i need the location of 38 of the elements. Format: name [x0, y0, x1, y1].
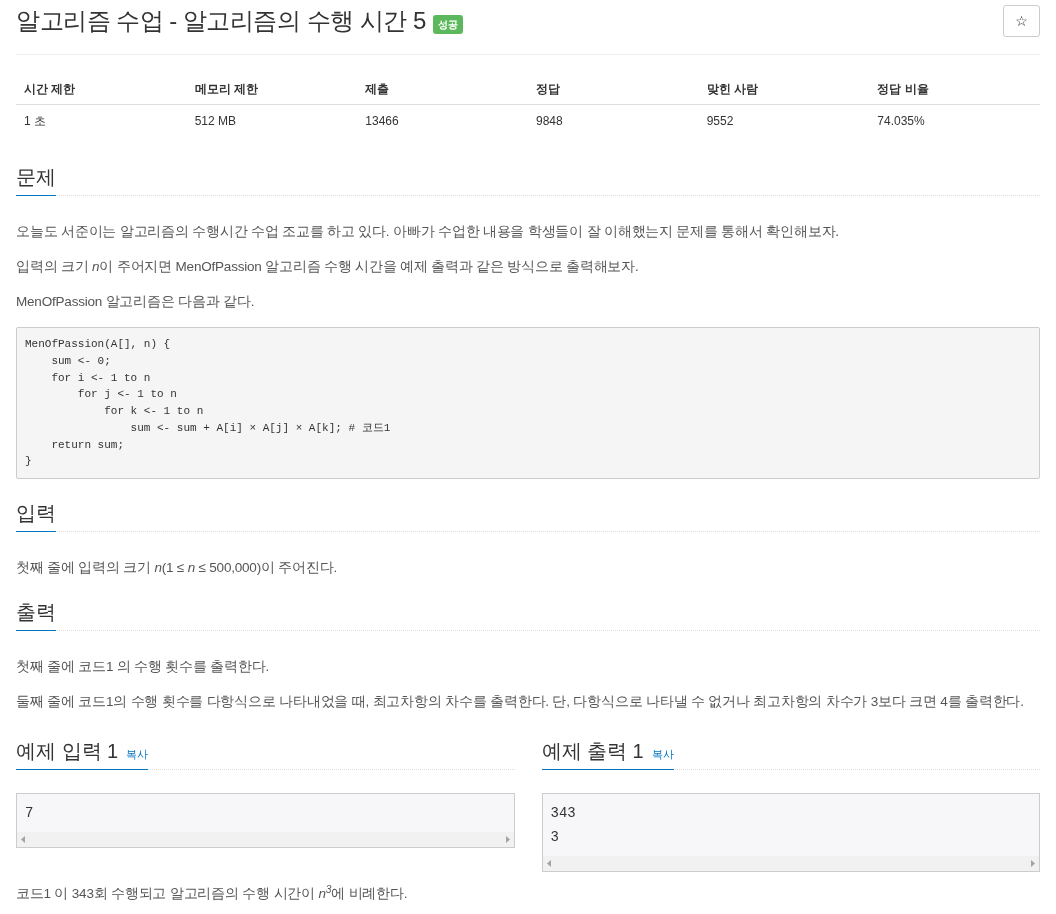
section-heading: 입력 — [16, 499, 56, 532]
table-cell: 512 MB — [194, 114, 236, 128]
sample-explanation: 코드1 이 343회 수행되고 알고리즘의 수행 시간이 n$^{3}$에 비례한다. — [16, 884, 409, 903]
sample-heading: 예제 출력 1 — [541, 739, 644, 764]
paragraph: 첫째 줄에 코드1 의 수행 횟수를 출력한다. — [16, 658, 270, 676]
section-heading: 출력 — [16, 598, 56, 631]
paragraph: 첫째 줄에 입력의 크기 n(1 ≤ n ≤ 500,000)이 주어진다. — [16, 559, 339, 577]
column-header: 메모리 제한 — [194, 82, 258, 96]
paragraph: 둘째 줄에 코드1의 수행 횟수를 다항식으로 나타내었을 때, 최고차항의 차수를 출력한다. 단, 다항식으로 나타낼 수 없거나 최고차항의 차수가 3보다 크면 4를 출력한다. — [16, 693, 1025, 711]
table-cell: 74.035% — [877, 114, 925, 128]
scroll-left-icon[interactable] — [546, 860, 551, 867]
paragraph: MenOfPassion 알고리즘은 다음과 같다. — [16, 293, 256, 311]
problem-title: 알고리즘 수업 - 알고리즘의 수행 시간 5 — [16, 6, 426, 36]
table-cell: 13466 — [365, 114, 399, 128]
sample-text: 7 — [25, 804, 34, 823]
paragraph: 입력의 크기 n이 주어지면 MenOfPassion 알고리즘 수행 시간을 예제 출력과 같은 방식으로 출력해보자. — [16, 258, 640, 276]
column-header: 맞힌 사람 — [706, 82, 758, 96]
scroll-right-icon[interactable] — [1031, 860, 1035, 867]
status-badge: 성공 — [432, 14, 463, 34]
code-block: MenOfPassion(A[], n) { sum <- 0; for i <- 1 to n for j <- 1 to n for k <- 1 to n sum <- sum + A[i] × A[j] × A[k]; # 코드1 return sum; } — [16, 327, 1040, 479]
column-header: 제출 — [365, 82, 390, 96]
section-heading: 문제 — [16, 163, 56, 196]
sample-text: 343 3 — [550, 804, 576, 847]
table-cell: 9552 — [706, 114, 734, 128]
horizontal-scrollbar[interactable] — [542, 856, 1039, 871]
table-cell: 9848 — [535, 114, 563, 128]
copy-link[interactable]: 복사 — [126, 746, 149, 763]
table-cell: 1 초 — [24, 114, 46, 128]
column-header: 정답 — [535, 82, 560, 96]
column-header: 시간 제한 — [24, 82, 76, 96]
scroll-left-icon[interactable] — [21, 836, 25, 843]
star-button[interactable]: ☆ — [1003, 5, 1040, 37]
sample-heading: 예제 입력 1 — [16, 739, 119, 764]
horizontal-scrollbar[interactable] — [17, 832, 514, 847]
column-header: 정답 비율 — [877, 82, 929, 96]
paragraph: 오늘도 서준이는 알고리즘의 수행시간 수업 조교를 하고 있다. 아빠가 수업한 내용을 학생들이 잘 이해했는지 문제를 통해서 확인해보자. — [16, 223, 840, 241]
copy-link[interactable]: 복사 — [651, 746, 674, 763]
scroll-right-icon[interactable] — [505, 836, 510, 843]
